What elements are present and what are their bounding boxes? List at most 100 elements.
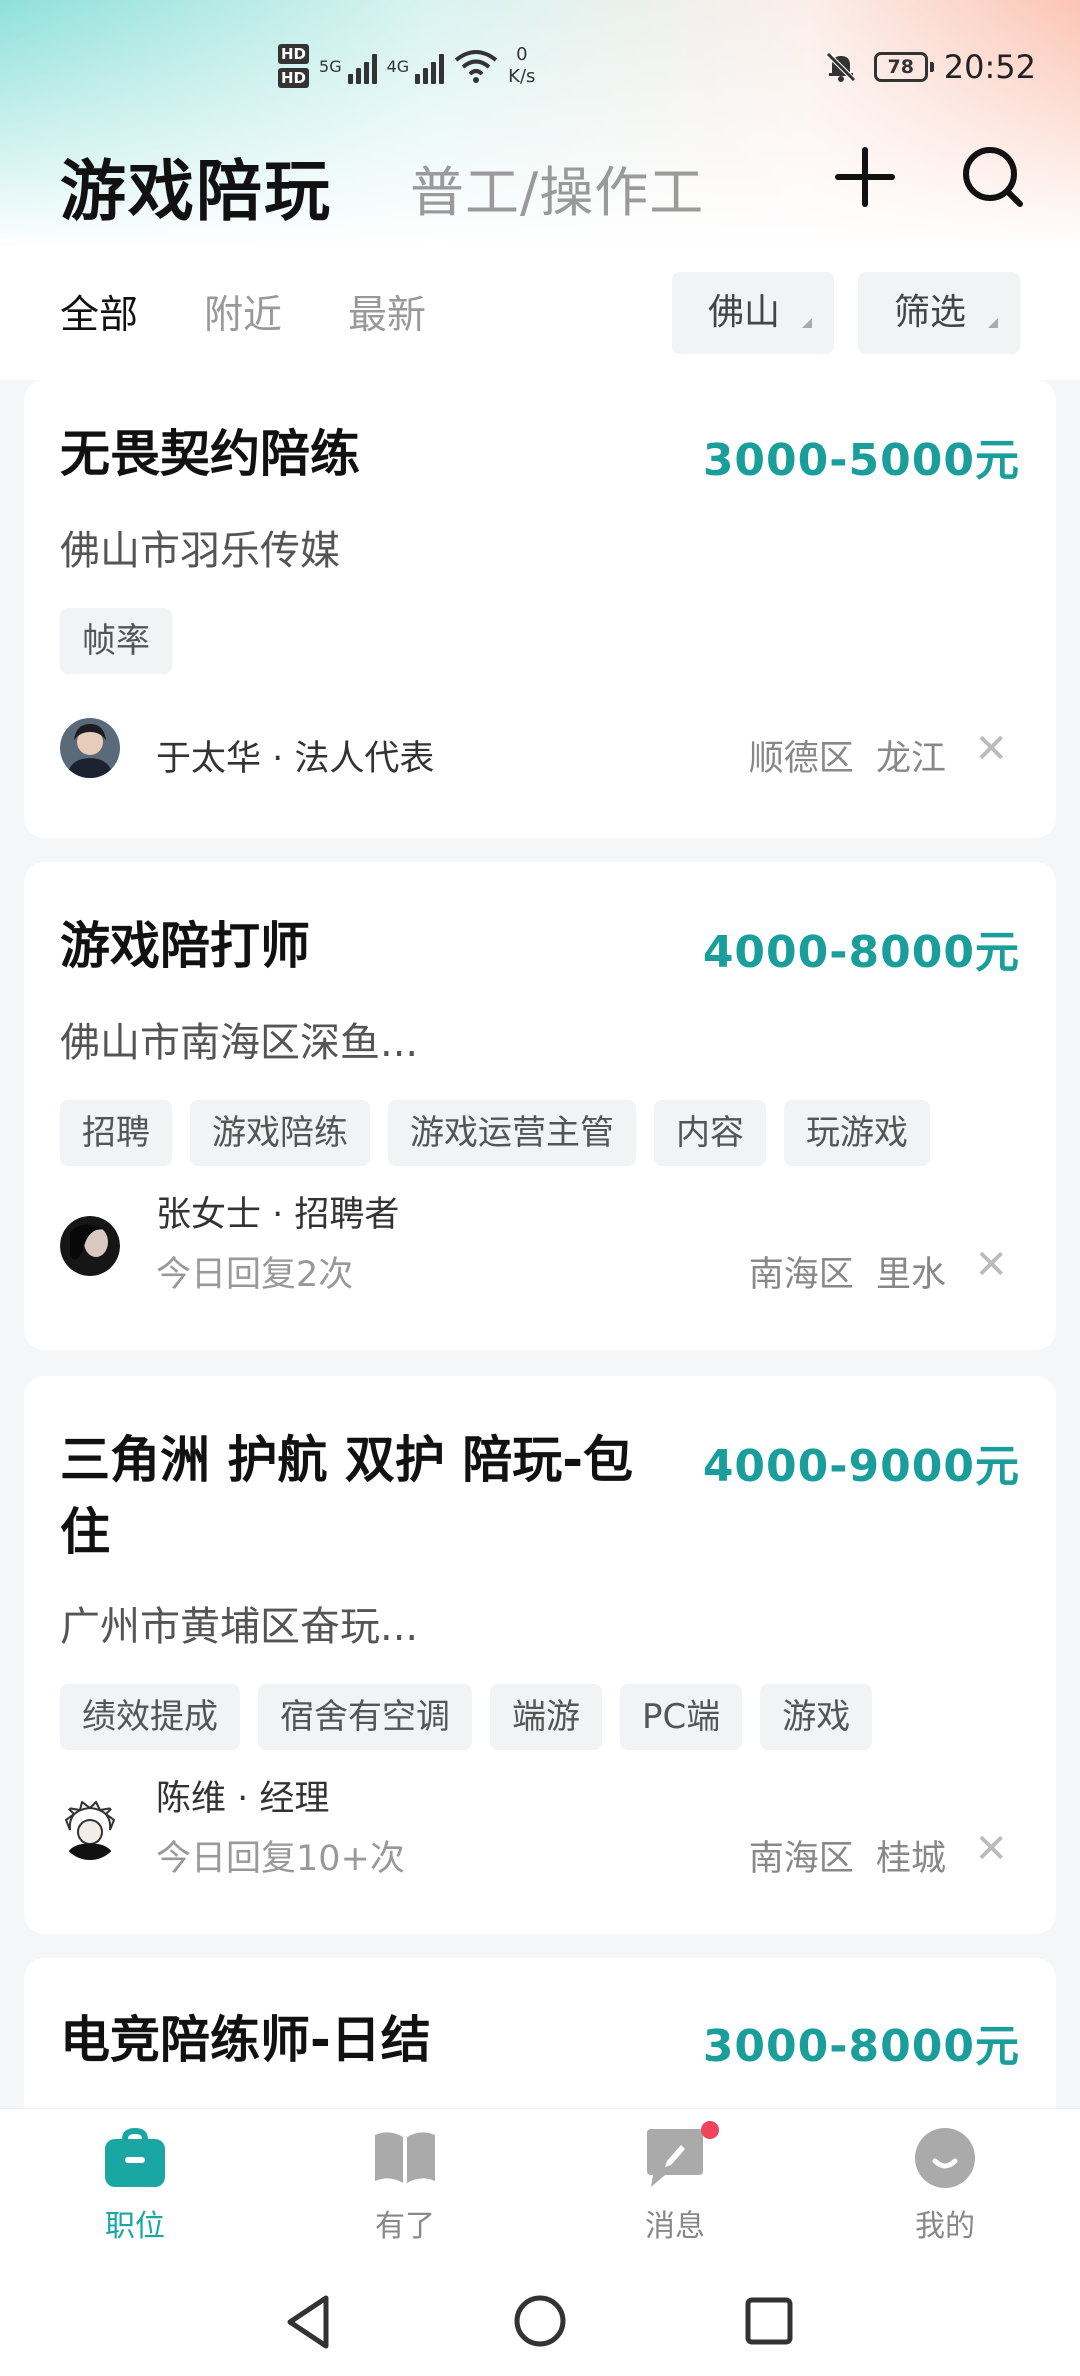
- signal-icon-2: [415, 48, 445, 84]
- book-icon: [375, 2132, 435, 2183]
- job-location: 南海区 里水: [749, 1246, 946, 1297]
- job-card[interactable]: 无畏契约陪练 3000-5000元 佛山市羽乐传媒 帧率 于太华 · 法人代表 …: [24, 380, 1056, 838]
- tab-nearby[interactable]: 附近: [204, 284, 282, 340]
- city-label: 佛山: [708, 292, 781, 333]
- recruiter-info: 陈维 · 经理: [156, 1779, 330, 1819]
- reply-count: 今日回复10+次: [156, 1839, 405, 1879]
- signal-icon-1: [347, 48, 377, 84]
- secondary-job-title[interactable]: 普工/操作工: [410, 148, 704, 227]
- job-tags: 招聘 游戏陪练 游戏运营主管 内容 玩游戏: [60, 1100, 930, 1166]
- tab-latest[interactable]: 最新: [348, 284, 426, 340]
- network-speed: 0 K/s: [508, 44, 535, 88]
- job-title-line: 三角洲 护航 双护 陪玩-包: [60, 1431, 633, 1489]
- battery-indicator: 78: [873, 52, 934, 82]
- clock: 20:52: [943, 48, 1036, 86]
- job-tags: 绩效提成 宿舍有空调 端游 PC端 游戏: [60, 1684, 873, 1750]
- system-nav-bar: [0, 2268, 1080, 2376]
- job-tag: 招聘: [60, 1100, 172, 1166]
- job-tag: 端游: [490, 1684, 602, 1750]
- dropdown-triangle-icon: [802, 318, 812, 328]
- add-button[interactable]: [830, 142, 900, 212]
- status-bar: HD HD 5G 4G 0 K/s 78 20:52: [0, 40, 1080, 110]
- job-tags: 帧率: [60, 608, 172, 674]
- job-title-line: 住: [60, 1503, 110, 1561]
- job-salary: 4000-9000元: [702, 1441, 1020, 1492]
- city-selector[interactable]: 佛山: [672, 272, 834, 354]
- tab-me[interactable]: 我的: [875, 2127, 1015, 2245]
- job-location: 南海区 桂城: [749, 1830, 946, 1881]
- company-name: 佛山市羽乐传媒: [60, 528, 340, 574]
- status-right: 78 20:52: [824, 48, 1036, 86]
- recents-icon[interactable]: [744, 2296, 794, 2346]
- briefcase-icon: [105, 2127, 165, 2187]
- search-icon: [963, 147, 1023, 207]
- status-left: HD HD 5G 4G 0 K/s: [278, 44, 535, 88]
- recruiter-info: 于太华 · 法人代表: [156, 739, 435, 779]
- dismiss-icon[interactable]: ✕: [974, 1826, 1008, 1872]
- plus-icon: [835, 147, 895, 207]
- job-tag: 宿舍有空调: [258, 1684, 472, 1750]
- message-icon: [647, 2129, 703, 2187]
- job-tag: 绩效提成: [60, 1684, 240, 1750]
- search-button[interactable]: [958, 142, 1028, 212]
- job-salary: 4000-8000元: [702, 927, 1020, 978]
- tab-all[interactable]: 全部: [60, 284, 138, 340]
- dropdown-triangle-icon: [988, 318, 998, 328]
- job-tag: 帧率: [60, 608, 172, 674]
- filter-label: 筛选: [894, 292, 967, 333]
- reply-count: 今日回复2次: [156, 1255, 354, 1295]
- title-row: 游戏陪玩 普工/操作工: [60, 132, 1030, 232]
- job-title: 电竞陪练师-日结: [60, 2011, 431, 2069]
- tab-jobs[interactable]: 职位: [65, 2127, 205, 2245]
- notification-badge: [701, 2121, 719, 2139]
- speed-unit: K/s: [508, 66, 536, 87]
- home-icon[interactable]: [513, 2294, 567, 2348]
- job-card[interactable]: 三角洲 护航 双护 陪玩-包 住 4000-9000元 广州市黄埔区奋玩... …: [24, 1376, 1056, 1934]
- job-tag: 游戏: [760, 1684, 873, 1750]
- tab-youle[interactable]: 有了: [335, 2127, 475, 2245]
- tab-messages[interactable]: 消息: [605, 2121, 745, 2245]
- location-area: 里水: [875, 1255, 946, 1295]
- profile-icon: [915, 2128, 975, 2188]
- hd-indicators: HD HD: [278, 44, 310, 88]
- hd-badge-1: HD: [278, 44, 310, 64]
- company-name: 广州市黄埔区奋玩...: [60, 1604, 419, 1650]
- hd-badge-2: HD: [278, 68, 310, 88]
- back-icon[interactable]: [284, 2294, 334, 2350]
- mute-bell-icon: [826, 52, 856, 82]
- dismiss-icon[interactable]: ✕: [974, 726, 1008, 772]
- job-card[interactable]: 游戏陪打师 4000-8000元 佛山市南海区深鱼... 招聘 游戏陪练 游戏运…: [24, 862, 1056, 1350]
- filter-button[interactable]: 筛选: [858, 272, 1020, 354]
- job-tag: PC端: [620, 1684, 743, 1750]
- dismiss-icon[interactable]: ✕: [974, 1242, 1008, 1288]
- speed-value: 0: [516, 44, 528, 65]
- company-name: 佛山市南海区深鱼...: [60, 1020, 419, 1066]
- job-title: 游戏陪打师: [60, 917, 310, 975]
- job-salary: 3000-8000元: [702, 2021, 1020, 2072]
- tab-label: 我的: [915, 2209, 975, 2244]
- job-tag: 内容: [654, 1100, 766, 1166]
- tab-label: 有了: [375, 2209, 435, 2244]
- filter-row: 全部 附近 最新 佛山 筛选: [0, 268, 1080, 358]
- location-district: 顺德区: [748, 739, 854, 779]
- job-salary: 3000-5000元: [702, 435, 1020, 486]
- network-type-1: 5G: [319, 56, 342, 76]
- wifi-icon: [454, 50, 498, 83]
- location-area: 桂城: [875, 1839, 946, 1879]
- recruiter-info: 张女士 · 招聘者: [156, 1195, 400, 1235]
- tab-label: 职位: [105, 2209, 165, 2244]
- job-tag: 玩游戏: [784, 1100, 930, 1166]
- tab-label: 消息: [645, 2209, 705, 2244]
- location-district: 南海区: [748, 1839, 854, 1879]
- page-title[interactable]: 游戏陪玩: [60, 138, 332, 234]
- avatar: [60, 718, 120, 778]
- bottom-tab-bar: 职位 有了 消息 我的: [0, 2108, 1080, 2268]
- avatar: [60, 1800, 120, 1860]
- job-location: 顺德区 龙江: [749, 730, 946, 781]
- job-tag: 游戏陪练: [190, 1100, 370, 1166]
- network-type-2: 4G: [386, 56, 410, 76]
- avatar: [60, 1216, 120, 1276]
- job-title: 三角洲 护航 双护 陪玩-包 住: [60, 1424, 633, 1568]
- location-district: 南海区: [748, 1255, 854, 1295]
- location-area: 龙江: [875, 739, 946, 779]
